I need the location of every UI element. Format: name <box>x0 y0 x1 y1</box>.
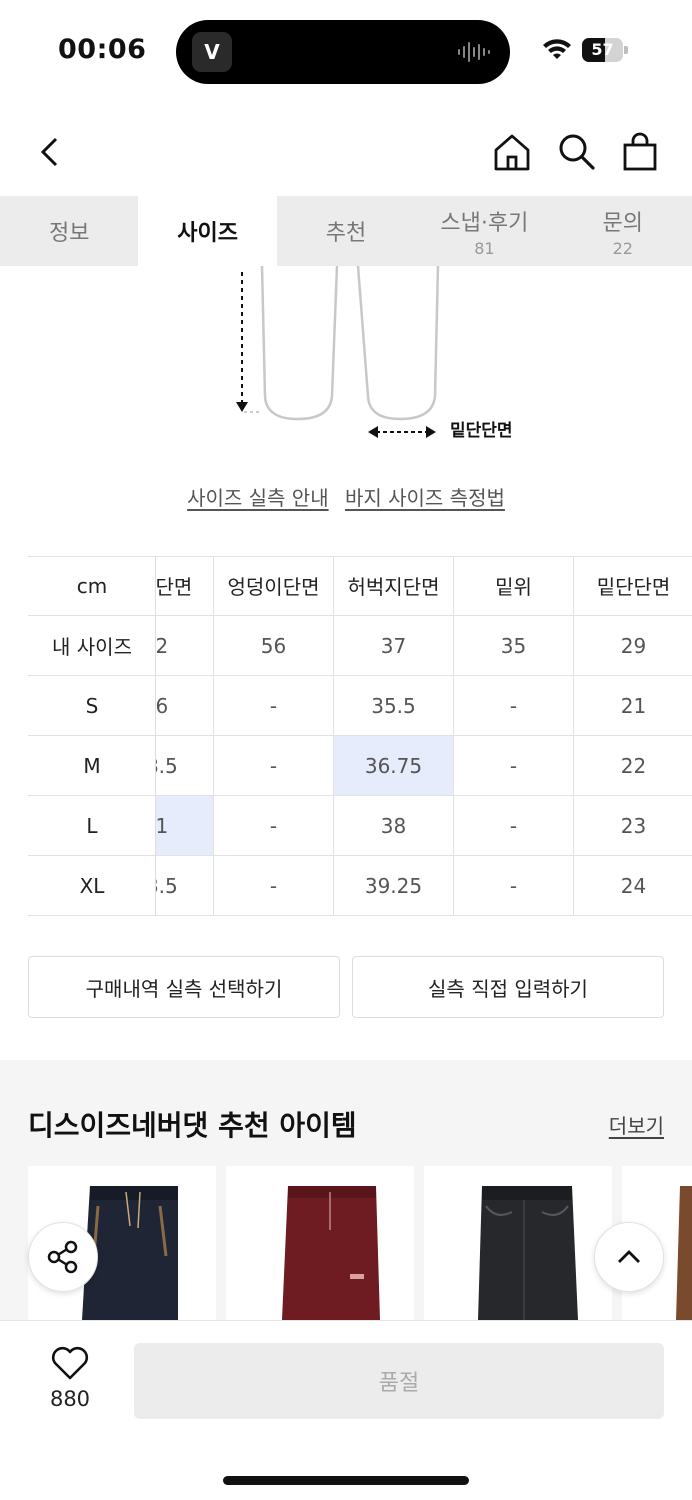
table-cell: 42 <box>156 616 214 676</box>
table-cell: 39.25 <box>334 856 454 916</box>
table-cell: - <box>454 676 574 736</box>
search-button[interactable] <box>554 130 598 174</box>
recommendation-carousel[interactable] <box>28 1166 692 1320</box>
table-cell-highlighted: 36.75 <box>334 736 454 796</box>
tab-reviews[interactable]: 스냅·후기 81 <box>415 196 553 266</box>
col-header-waist: 허리단면 <box>156 556 214 616</box>
table-cell: - <box>214 736 334 796</box>
purchase-bar: 880 품절 <box>0 1320 692 1500</box>
product-image <box>478 1186 578 1320</box>
chevron-left-icon <box>40 137 58 167</box>
unit-header: cm <box>28 556 156 616</box>
select-purchase-history-button[interactable]: 구매내역 실측 선택하기 <box>28 956 340 1018</box>
table-cell: 38.5 <box>156 736 214 796</box>
row-label-s: S <box>28 676 156 736</box>
size-guide-links: 사이즈 실측 안내 바지 사이즈 측정법 <box>0 482 692 511</box>
col-header-hem: 밑단단면 <box>574 556 692 616</box>
app-icon: V <box>192 32 232 72</box>
status-bar: 00:06 V 57 <box>0 0 692 100</box>
see-more-link[interactable]: 더보기 <box>609 1110 664 1139</box>
home-icon <box>494 134 530 171</box>
product-card[interactable] <box>424 1166 612 1320</box>
row-label-m: M <box>28 736 156 796</box>
top-navigation <box>0 110 692 194</box>
table-cell: - <box>214 856 334 916</box>
back-button[interactable] <box>28 130 72 174</box>
table-cell: - <box>454 736 574 796</box>
table-cell: 22 <box>574 736 692 796</box>
table-cell: 21 <box>574 676 692 736</box>
table-cell: - <box>454 856 574 916</box>
detail-tabs: 정보 사이즈 추천 스냅·후기 81 문의 22 <box>0 196 692 266</box>
table-cell: 35 <box>454 616 574 676</box>
col-header-rise: 밑위 <box>454 556 574 616</box>
audio-wave-icon <box>458 42 490 62</box>
row-label-my-size: 내 사이즈 <box>28 616 156 676</box>
table-cell: 38 <box>334 796 454 856</box>
table-cell: 35.5 <box>334 676 454 736</box>
review-count: 81 <box>474 238 495 258</box>
table-cell: - <box>214 676 334 736</box>
manual-input-button[interactable]: 실측 직접 입력하기 <box>352 956 664 1018</box>
wifi-icon <box>543 39 571 59</box>
heart-icon <box>51 1346 89 1380</box>
product-image <box>282 1186 380 1320</box>
cart-button[interactable] <box>618 130 662 174</box>
table-top-border <box>28 556 692 557</box>
table-cell: 29 <box>574 616 692 676</box>
home-indicator <box>223 1476 469 1485</box>
battery-level: 57 <box>591 40 614 59</box>
dynamic-island: V <box>176 20 510 84</box>
row-label-l: L <box>28 796 156 856</box>
table-cell: 36 <box>156 676 214 736</box>
row-label-xl: XL <box>28 856 156 916</box>
size-label-column: cm 내 사이즈 S M L XL <box>28 556 156 916</box>
pants-diagram <box>236 265 440 438</box>
like-count: 880 <box>49 1387 91 1411</box>
sold-out-button[interactable]: 품절 <box>134 1343 664 1419</box>
size-guide-link[interactable]: 사이즈 실측 안내 <box>187 486 329 510</box>
status-time: 00:06 <box>58 34 147 65</box>
measure-guide-link[interactable]: 바지 사이즈 측정법 <box>345 486 505 510</box>
share-icon <box>47 1240 78 1274</box>
battery-indicator: 57 <box>582 38 628 62</box>
table-cell: - <box>214 796 334 856</box>
chevron-up-icon <box>618 1250 640 1263</box>
table-cell: 24 <box>574 856 692 916</box>
table-cell: 37 <box>334 616 454 676</box>
like-button[interactable]: 880 <box>30 1345 110 1425</box>
col-header-thigh: 허벅지단면 <box>334 556 454 616</box>
table-cell: 56 <box>214 616 334 676</box>
hem-width-label: 밑단단면 <box>450 421 513 441</box>
pants-measure-illustration: 밑단단면 <box>0 265 692 456</box>
tab-size[interactable]: 사이즈 <box>138 196 277 266</box>
home-button[interactable] <box>490 130 534 174</box>
table-cell: 23 <box>574 796 692 856</box>
share-button[interactable] <box>28 1222 98 1292</box>
size-table-scroll[interactable]: 허리단면 엉덩이단면 허벅지단면 밑위 밑단단면 42 56 37 35 29 … <box>156 556 692 916</box>
measurement-actions: 구매내역 실측 선택하기 실측 직접 입력하기 <box>28 956 664 1018</box>
col-header-hip: 엉덩이단면 <box>214 556 334 616</box>
tab-recommend[interactable]: 추천 <box>277 196 415 266</box>
tab-qna[interactable]: 문의 22 <box>554 196 692 266</box>
qna-count: 22 <box>612 238 633 258</box>
table-cell: - <box>454 796 574 856</box>
table-cell-highlighted: 41 <box>156 796 214 856</box>
scroll-to-top-button[interactable] <box>594 1222 664 1292</box>
table-cell: 43.5 <box>156 856 214 916</box>
search-icon <box>559 134 595 170</box>
recommendation-title: 디스이즈네버댓 추천 아이템 <box>28 1109 357 1142</box>
size-table[interactable]: cm 내 사이즈 S M L XL 허리단면 엉덩이단면 허벅지단면 밑위 밑단… <box>28 556 692 916</box>
tab-info[interactable]: 정보 <box>0 196 138 266</box>
product-card[interactable] <box>226 1166 414 1320</box>
bag-icon <box>623 132 657 171</box>
